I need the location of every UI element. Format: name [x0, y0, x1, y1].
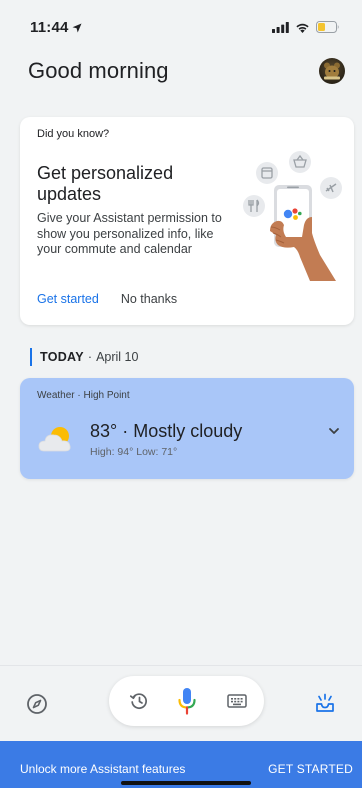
bottom-toolbar — [0, 665, 362, 740]
page-title: Good morning — [28, 58, 169, 83]
updates-inbox-icon[interactable] — [314, 692, 336, 714]
avatar[interactable] — [319, 58, 345, 84]
keyboard-icon[interactable] — [227, 693, 247, 709]
get-started-button[interactable]: Get started — [37, 292, 99, 306]
status-time: 11:44 — [30, 19, 82, 37]
chevron-down-icon[interactable] — [327, 424, 341, 438]
get-started-cta-button[interactable]: GET STARTED — [268, 762, 353, 776]
today-label: TODAY — [40, 350, 84, 364]
microphone-icon[interactable] — [177, 687, 197, 715]
card-body: Give your Assistant permission to show y… — [37, 211, 222, 256]
partly-cloudy-icon — [38, 424, 76, 456]
promo-banner: Unlock more Assistant features GET START… — [0, 741, 362, 788]
weather-summary: 83° · Mostly cloudy — [90, 421, 243, 441]
cellular-signal-icon — [272, 20, 289, 38]
location-arrow-icon — [72, 20, 82, 37]
input-mode-pill — [109, 676, 264, 726]
status-time-text: 11:44 — [30, 19, 69, 36]
home-indicator[interactable] — [121, 781, 251, 785]
card-title: Get personalized updates — [37, 163, 174, 204]
weather-location-label: Weather · High Point — [37, 390, 130, 401]
status-bar: 11:44 — [0, 0, 362, 50]
no-thanks-button[interactable]: No thanks — [121, 292, 177, 306]
today-separator: · — [87, 350, 93, 364]
wifi-icon — [295, 20, 310, 38]
weather-card[interactable]: Weather · High Point 83° · Mostly cloudy… — [20, 378, 354, 479]
today-date: April 10 — [96, 350, 139, 364]
card-eyebrow: Did you know? — [37, 128, 110, 140]
status-icons — [272, 20, 340, 38]
today-section-header: TODAY · April 10 — [30, 348, 138, 366]
card-actions: Get started No thanks — [37, 292, 177, 306]
weather-high-low: High: 94° Low: 71° — [90, 446, 178, 458]
battery-icon — [316, 20, 340, 38]
promo-text: Unlock more Assistant features — [20, 762, 186, 776]
section-accent-bar — [30, 348, 32, 366]
history-icon[interactable] — [129, 691, 149, 711]
hand-holding-phone-illustration — [240, 151, 348, 281]
compass-icon[interactable] — [26, 693, 48, 715]
did-you-know-card: Did you know? Get personalized updates G… — [20, 117, 354, 325]
